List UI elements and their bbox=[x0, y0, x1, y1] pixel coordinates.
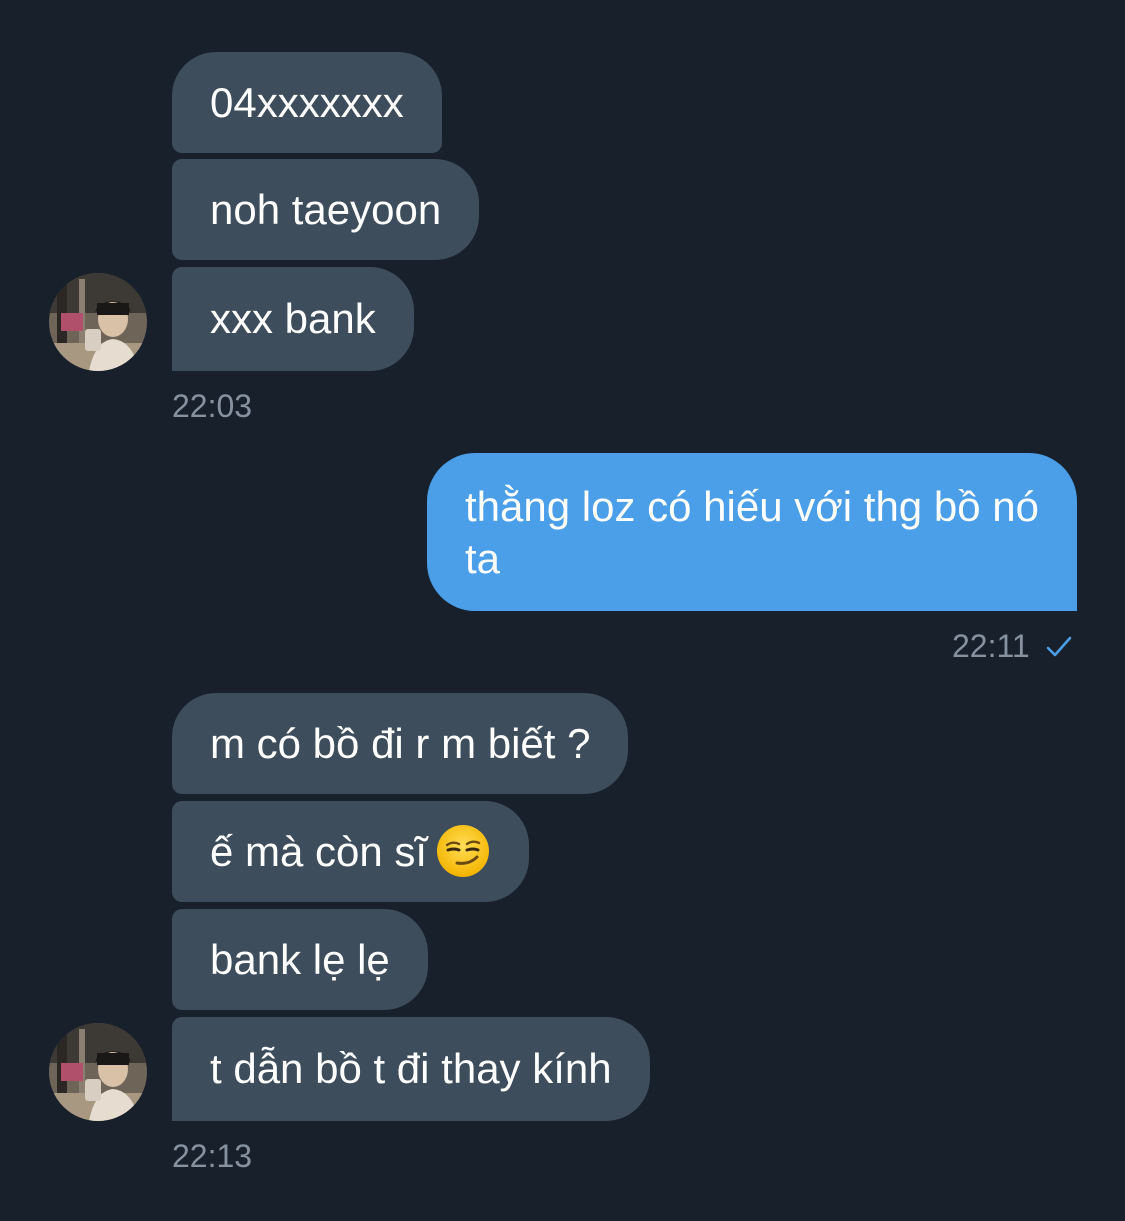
message-text: 04xxxxxxx bbox=[210, 79, 404, 126]
incoming-message[interactable]: ế mà còn sĩ bbox=[172, 801, 530, 902]
contact-avatar[interactable] bbox=[49, 1023, 147, 1121]
timestamp: 22:11 bbox=[952, 628, 1030, 664]
incoming-message[interactable]: bank lẹ lẹ bbox=[172, 909, 428, 1010]
message-text: xxx bank bbox=[210, 295, 376, 342]
check-icon bbox=[1046, 636, 1072, 657]
smirking-face-emoji bbox=[437, 824, 490, 877]
message-text: noh taeyoon bbox=[210, 186, 442, 233]
message-text: thằng loz có hiếu với thg bồ nó ta bbox=[465, 483, 1039, 582]
message-text-content: ế mà còn sĩ bbox=[210, 828, 428, 875]
incoming-message[interactable]: m có bồ đi r m biết ? bbox=[172, 693, 629, 794]
incoming-message[interactable]: t dẫn bồ t đi thay kính bbox=[172, 1017, 650, 1121]
incoming-message[interactable]: 04xxxxxxx bbox=[172, 52, 442, 153]
message-text: m có bồ đi r m biết ? bbox=[210, 720, 591, 767]
message-text: bank lẹ lẹ bbox=[210, 936, 390, 983]
incoming-message[interactable]: noh taeyoon bbox=[172, 159, 480, 260]
message-text: t dẫn bồ t đi thay kính bbox=[210, 1045, 612, 1092]
timestamp: 22:03 bbox=[172, 388, 253, 424]
contact-avatar[interactable] bbox=[49, 273, 147, 371]
message-text: ế mà còn sĩ bbox=[210, 801, 491, 902]
timestamp: 22:13 bbox=[172, 1138, 253, 1174]
incoming-message[interactable]: xxx bank bbox=[172, 267, 414, 371]
outgoing-message[interactable]: thằng loz có hiếu với thg bồ nó ta bbox=[427, 453, 1077, 611]
